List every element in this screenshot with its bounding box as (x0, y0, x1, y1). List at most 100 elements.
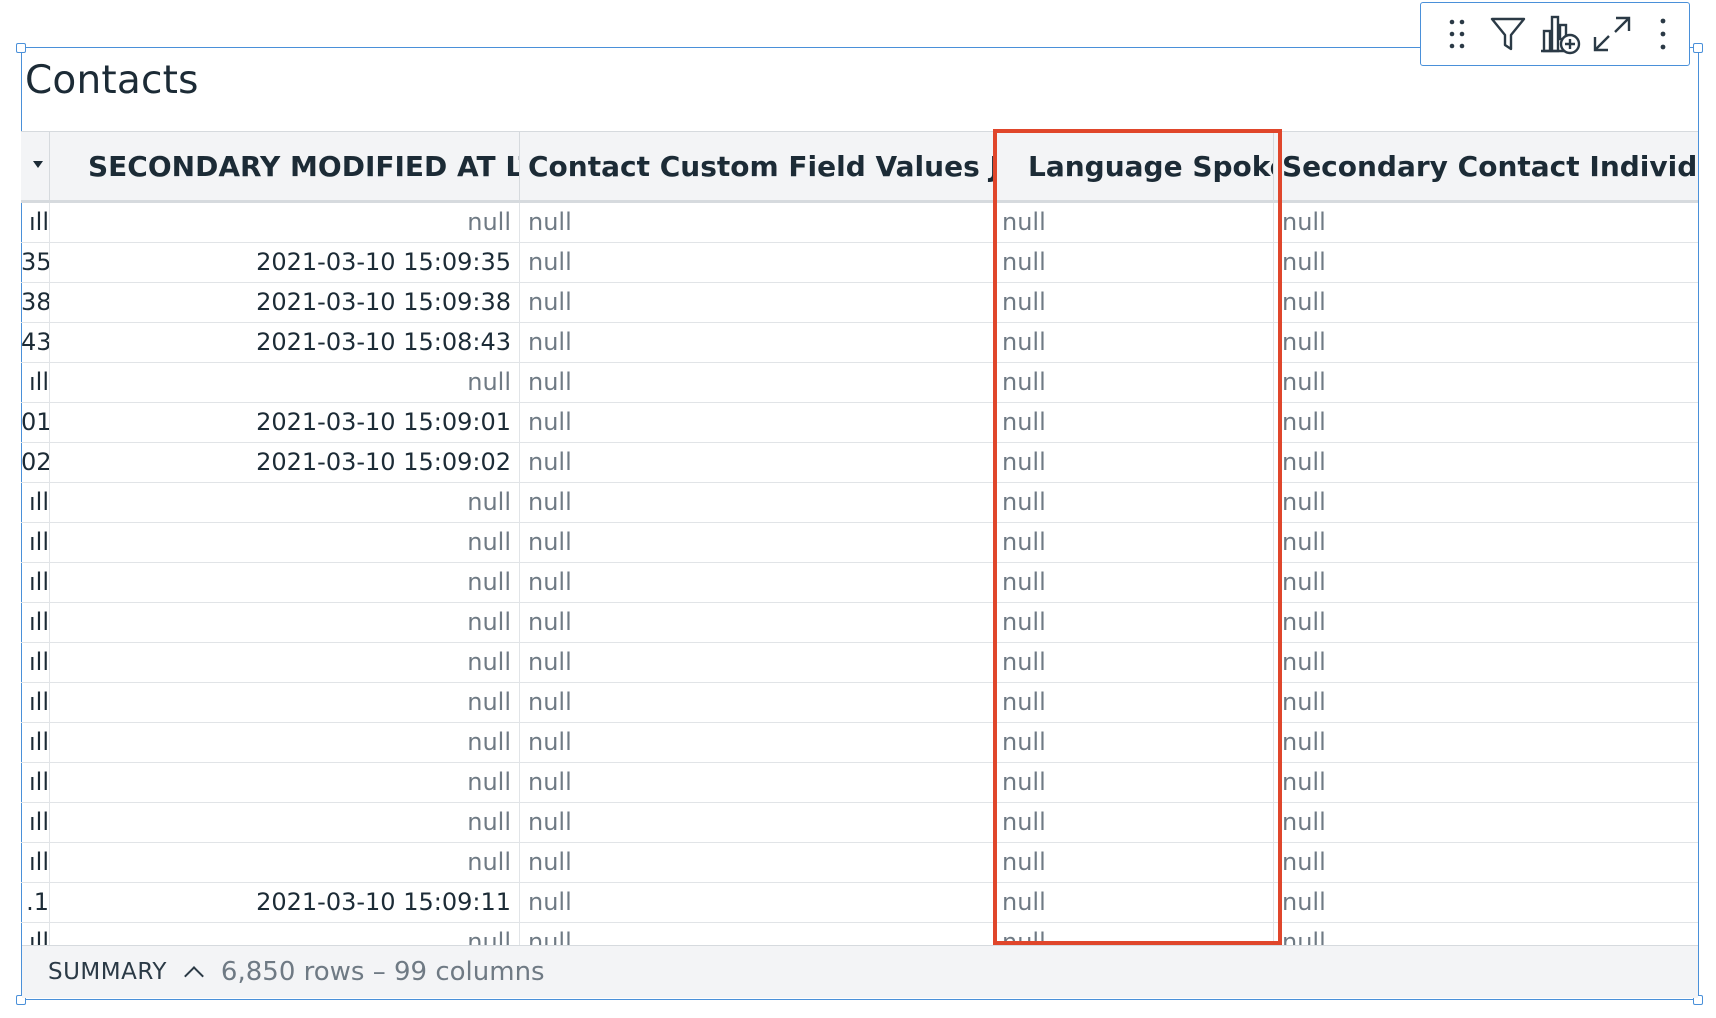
custom-field-json-cell[interactable]: null (520, 443, 994, 482)
custom-field-json-cell[interactable]: null (520, 723, 994, 762)
table-row[interactable]: ıll null null null null (21, 803, 1698, 843)
secondary-contact-cell[interactable]: null (1274, 243, 1698, 282)
summary-toggle[interactable]: SUMMARY (48, 959, 167, 985)
secondary-contact-cell[interactable]: null (1274, 883, 1698, 922)
secondary-modified-cell[interactable]: null (50, 483, 520, 522)
secondary-contact-cell[interactable]: null (1274, 683, 1698, 722)
secondary-contact-cell[interactable]: null (1274, 523, 1698, 562)
secondary-contact-cell[interactable]: null (1274, 843, 1698, 882)
table-row[interactable]: ıll null null null null (21, 603, 1698, 643)
table-row[interactable]: ıll null null null null (21, 683, 1698, 723)
secondary-contact-cell[interactable]: null (1274, 483, 1698, 522)
custom-field-json-cell[interactable]: null (520, 763, 994, 802)
secondary-contact-cell[interactable]: null (1274, 323, 1698, 362)
secondary-contact-cell[interactable]: null (1274, 603, 1698, 642)
clipped-cell[interactable]: ıll (21, 843, 50, 882)
secondary-contact-cell[interactable]: null (1274, 723, 1698, 762)
language-spoken-cell[interactable]: null (994, 323, 1274, 362)
clipped-cell[interactable]: 35 (21, 243, 50, 282)
secondary-contact-cell[interactable]: null (1274, 643, 1698, 682)
language-spoken-cell[interactable]: null (994, 723, 1274, 762)
secondary-modified-cell[interactable]: null (50, 203, 520, 242)
custom-field-json-cell[interactable]: null (520, 243, 994, 282)
language-spoken-cell[interactable]: null (994, 403, 1274, 442)
table-row[interactable]: ıll null null null null (21, 763, 1698, 803)
secondary-modified-cell[interactable]: 2021-03-10 15:09:01 (50, 403, 520, 442)
table-row[interactable]: ıll null null null null (21, 563, 1698, 603)
drag-handle-icon[interactable] (1431, 4, 1483, 64)
table-row[interactable]: 02 2021-03-10 15:09:02 null null null (21, 443, 1698, 483)
language-spoken-cell[interactable]: null (994, 523, 1274, 562)
secondary-modified-cell[interactable]: 2021-03-10 15:09:35 (50, 243, 520, 282)
column-header-clipped[interactable] (21, 132, 50, 201)
secondary-modified-cell[interactable]: null (50, 523, 520, 562)
secondary-contact-cell[interactable]: null (1274, 403, 1698, 442)
language-spoken-cell[interactable]: null (994, 643, 1274, 682)
language-spoken-cell[interactable]: null (994, 283, 1274, 322)
language-spoken-cell[interactable]: null (994, 603, 1274, 642)
secondary-modified-cell[interactable]: 2021-03-10 15:09:38 (50, 283, 520, 322)
clipped-cell[interactable]: 43 (21, 323, 50, 362)
clipped-cell[interactable]: ıll (21, 803, 50, 842)
language-spoken-cell[interactable]: null (994, 443, 1274, 482)
table-row[interactable]: ıll null null null null (21, 643, 1698, 683)
column-header-secondary-contact-individual[interactable]: Secondary Contact Individual Cus (1274, 132, 1698, 201)
clipped-cell[interactable]: ıll (21, 483, 50, 522)
language-spoken-cell[interactable]: null (994, 763, 1274, 802)
secondary-contact-cell[interactable]: null (1274, 203, 1698, 242)
custom-field-json-cell[interactable]: null (520, 923, 994, 945)
custom-field-json-cell[interactable]: null (520, 683, 994, 722)
secondary-contact-cell[interactable]: null (1274, 763, 1698, 802)
clipped-cell[interactable]: 01 (21, 403, 50, 442)
secondary-modified-cell[interactable]: null (50, 603, 520, 642)
sort-caret-icon[interactable] (33, 161, 43, 168)
chevron-up-icon[interactable] (184, 966, 204, 986)
custom-field-json-cell[interactable]: null (520, 283, 994, 322)
clipped-cell[interactable]: 02 (21, 443, 50, 482)
column-header-language-spoken[interactable]: Language Spoken (994, 132, 1274, 201)
secondary-contact-cell[interactable]: null (1274, 283, 1698, 322)
secondary-modified-cell[interactable]: null (50, 843, 520, 882)
custom-field-json-cell[interactable]: null (520, 883, 994, 922)
secondary-modified-cell[interactable]: null (50, 803, 520, 842)
column-header-custom-field-json[interactable]: Contact Custom Field Values Json (520, 132, 994, 201)
custom-field-json-cell[interactable]: null (520, 603, 994, 642)
clipped-cell[interactable]: ıll (21, 603, 50, 642)
filter-icon[interactable] (1483, 4, 1535, 64)
language-spoken-cell[interactable]: null (994, 883, 1274, 922)
clipped-cell[interactable]: ıll (21, 563, 50, 602)
expand-icon[interactable] (1586, 4, 1638, 64)
add-chart-icon[interactable] (1534, 4, 1586, 64)
secondary-modified-cell[interactable]: null (50, 683, 520, 722)
language-spoken-cell[interactable]: null (994, 683, 1274, 722)
secondary-modified-cell[interactable]: null (50, 643, 520, 682)
secondary-contact-cell[interactable]: null (1274, 443, 1698, 482)
table-row[interactable]: 01 2021-03-10 15:09:01 null null null (21, 403, 1698, 443)
clipped-cell[interactable]: ıll (21, 723, 50, 762)
table-row[interactable]: ıll null null null null (21, 523, 1698, 563)
clipped-cell[interactable]: ıll (21, 203, 50, 242)
language-spoken-cell[interactable]: null (994, 843, 1274, 882)
language-spoken-cell[interactable]: null (994, 243, 1274, 282)
language-spoken-cell[interactable]: null (994, 363, 1274, 402)
custom-field-json-cell[interactable]: null (520, 803, 994, 842)
secondary-modified-cell[interactable]: 2021-03-10 15:08:43 (50, 323, 520, 362)
clipped-cell[interactable]: ıll (21, 363, 50, 402)
secondary-contact-cell[interactable]: null (1274, 563, 1698, 602)
secondary-modified-cell[interactable]: 2021-03-10 15:09:11 (50, 883, 520, 922)
data-grid[interactable]: SECONDARY MODIFIED AT LTZ Contact Custom… (21, 131, 1698, 945)
table-row[interactable]: 38 2021-03-10 15:09:38 null null null (21, 283, 1698, 323)
clipped-cell[interactable]: ıll (21, 763, 50, 802)
custom-field-json-cell[interactable]: null (520, 523, 994, 562)
clipped-cell[interactable]: 38 (21, 283, 50, 322)
custom-field-json-cell[interactable]: null (520, 643, 994, 682)
secondary-modified-cell[interactable]: null (50, 723, 520, 762)
table-row[interactable]: ıll null null null null (21, 723, 1698, 763)
table-row[interactable]: .1 2021-03-10 15:09:11 null null null (21, 883, 1698, 923)
custom-field-json-cell[interactable]: null (520, 483, 994, 522)
clipped-cell[interactable]: ıll (21, 683, 50, 722)
custom-field-json-cell[interactable]: null (520, 403, 994, 442)
clipped-cell[interactable]: ıll (21, 923, 50, 945)
secondary-modified-cell[interactable]: 2021-03-10 15:09:02 (50, 443, 520, 482)
language-spoken-cell[interactable]: null (994, 923, 1274, 945)
